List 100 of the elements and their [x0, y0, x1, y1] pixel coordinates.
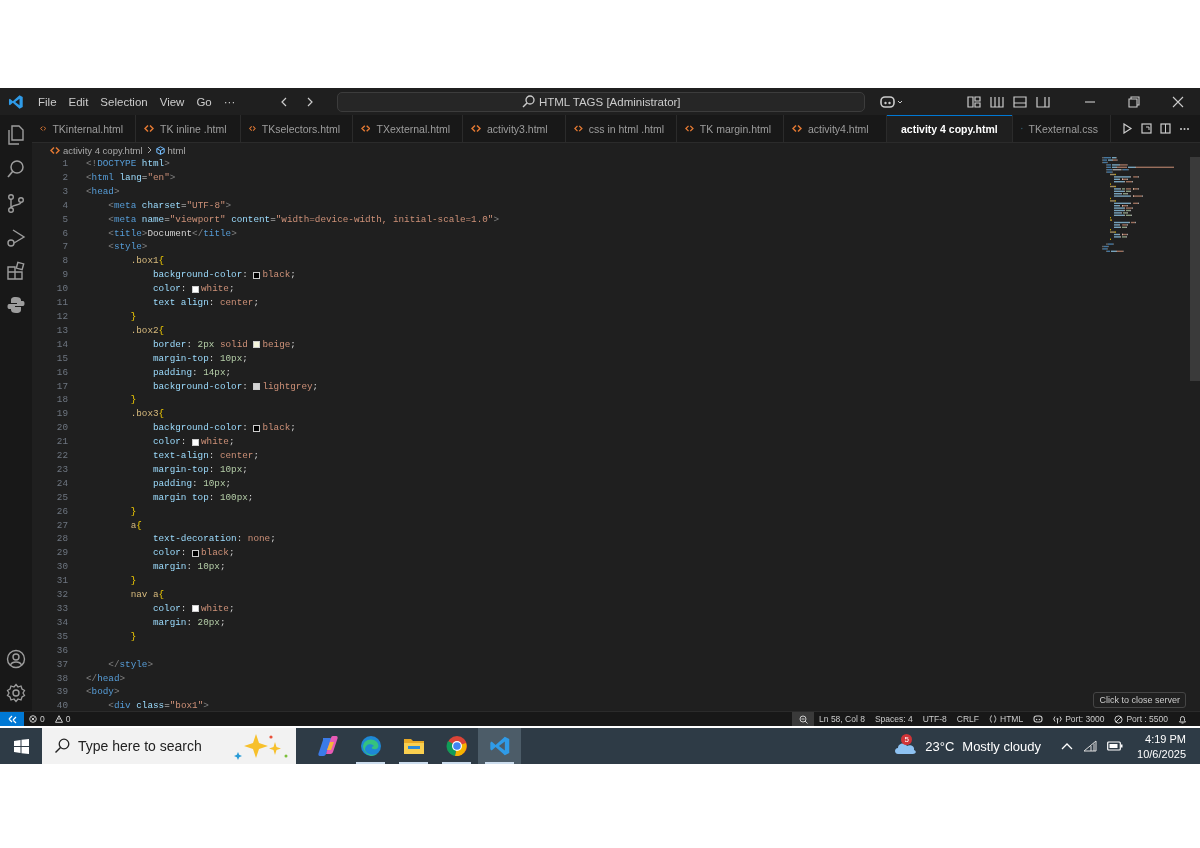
warning-icon [54, 715, 63, 723]
circle-slash-icon [1114, 714, 1124, 724]
color-swatch[interactable] [192, 605, 200, 613]
line-number: 25 [55, 490, 68, 505]
line-number: 11 [55, 296, 68, 310]
line-number: 4 [61, 198, 68, 213]
status-item[interactable]: Ln 58, Col 8 [814, 712, 870, 726]
edge-icon[interactable] [359, 735, 382, 757]
code-text: beige; [262, 337, 296, 352]
line-number: 34 [55, 615, 68, 630]
code-text: color: [152, 435, 188, 450]
line-number: 7 [61, 240, 68, 255]
line-number: 28 [55, 532, 68, 547]
date: 10/6/2025 [1137, 747, 1186, 760]
scrollbar-thumb[interactable] [1190, 157, 1200, 381]
code-text: } [130, 504, 137, 519]
code-text: white; [201, 282, 235, 297]
chrome-icon[interactable] [445, 735, 468, 757]
code-text: a{ [130, 518, 142, 533]
weather-widget[interactable]: 5 23°C Mostly cloudy [887, 728, 1048, 764]
color-swatch[interactable] [253, 424, 261, 432]
copilot-icon [880, 94, 905, 109]
code-text: <div class="box1"> [108, 699, 209, 711]
zoom-button[interactable] [792, 712, 815, 726]
command-center[interactable]: HTML TAGS [Administrator] [337, 91, 866, 112]
line-number: 5 [61, 212, 68, 227]
code-text: text-align: center; [152, 449, 259, 463]
color-swatch[interactable] [253, 382, 261, 390]
line-number: 29 [55, 546, 68, 561]
battery-icon[interactable] [1107, 741, 1124, 751]
settings-icon[interactable] [6, 683, 26, 703]
restore-icon [1128, 95, 1140, 108]
color-swatch[interactable] [253, 271, 261, 279]
status-item[interactable]: CRLF [951, 712, 985, 726]
folder-icon[interactable] [402, 736, 425, 756]
remote-button[interactable] [0, 712, 24, 726]
language-button[interactable]: HTML [984, 712, 1029, 726]
code-text: text align: center; [152, 296, 259, 310]
run-icon[interactable] [1122, 123, 1133, 134]
menu-item[interactable]: ··· [217, 90, 242, 113]
errors-button[interactable]: 0 [24, 712, 50, 726]
error-icon [29, 715, 37, 723]
menu-item[interactable]: Selection [94, 90, 154, 113]
code-text: nav a{ [130, 588, 165, 602]
color-swatch[interactable] [192, 285, 200, 293]
line-number: 13 [55, 323, 68, 338]
files-icon[interactable] [6, 125, 26, 145]
code-text: lightgrey; [262, 379, 319, 394]
chevron-up-icon[interactable] [1061, 742, 1074, 750]
line-number: 32 [55, 588, 68, 602]
color-swatch[interactable] [253, 341, 261, 349]
search-icon[interactable] [6, 159, 26, 179]
color-swatch[interactable] [192, 549, 200, 557]
code-text: color: [152, 546, 188, 561]
extensions-icon[interactable] [6, 261, 26, 281]
menu-item[interactable]: File [32, 90, 63, 113]
network-icon[interactable] [1083, 740, 1098, 752]
code-text: text-decoration: none; [152, 532, 276, 547]
account-icon[interactable] [6, 649, 26, 669]
line-number: 16 [55, 365, 68, 380]
python-icon[interactable] [6, 295, 26, 315]
code-text: margin top: 100px; [152, 490, 254, 505]
code-text: black; [262, 421, 296, 436]
zoom-icon [798, 714, 808, 724]
color-swatch[interactable] [192, 438, 200, 446]
remote-icon [7, 714, 17, 724]
menu-item[interactable]: Go [190, 90, 218, 113]
code-text: <head> [86, 184, 120, 199]
status-item[interactable]: Spaces: 4 [869, 712, 918, 726]
code-text: background-color: [152, 421, 249, 436]
code-text: } [130, 309, 137, 324]
live-server-button[interactable]: Port : 5500 [1109, 712, 1173, 726]
breadcrumb-item[interactable]: html [155, 144, 186, 156]
code-text: white; [201, 435, 235, 450]
preview-icon[interactable] [1141, 123, 1152, 134]
line-number: 24 [55, 476, 68, 491]
line-number: 17 [55, 379, 68, 394]
line-number: 31 [55, 574, 68, 589]
source-control-icon[interactable] [6, 193, 26, 213]
code-text: .box3{ [130, 407, 165, 422]
split-editor-icon[interactable] [1160, 123, 1171, 134]
code-text: <html lang="en"> [86, 170, 176, 185]
taskbar-app-button[interactable] [478, 728, 521, 764]
menu-item[interactable]: Edit [62, 90, 95, 113]
search-icon [521, 95, 535, 108]
vscode-logo-icon[interactable] [8, 93, 24, 110]
copilot-app-icon[interactable] [316, 735, 339, 757]
warnings-button[interactable]: 0 [49, 712, 76, 726]
line-number: 8 [61, 254, 68, 269]
search-field[interactable]: Type here to search [42, 728, 296, 764]
clock[interactable]: 4:19 PM 10/6/2025 [1131, 731, 1192, 761]
port-button[interactable]: Port: 3000 [1048, 712, 1110, 726]
status-item[interactable]: UTF-8 [917, 712, 952, 726]
breadcrumb-item[interactable]: activity 4 copy.html [50, 144, 143, 156]
menu-item[interactable]: View [153, 90, 191, 113]
code-text: black; [262, 268, 296, 283]
run-debug-icon[interactable] [6, 227, 26, 247]
temperature: 23°C [925, 738, 955, 754]
line-number: 14 [55, 337, 68, 352]
editor-tab[interactable]: activity 4 copy.html [887, 115, 1013, 142]
